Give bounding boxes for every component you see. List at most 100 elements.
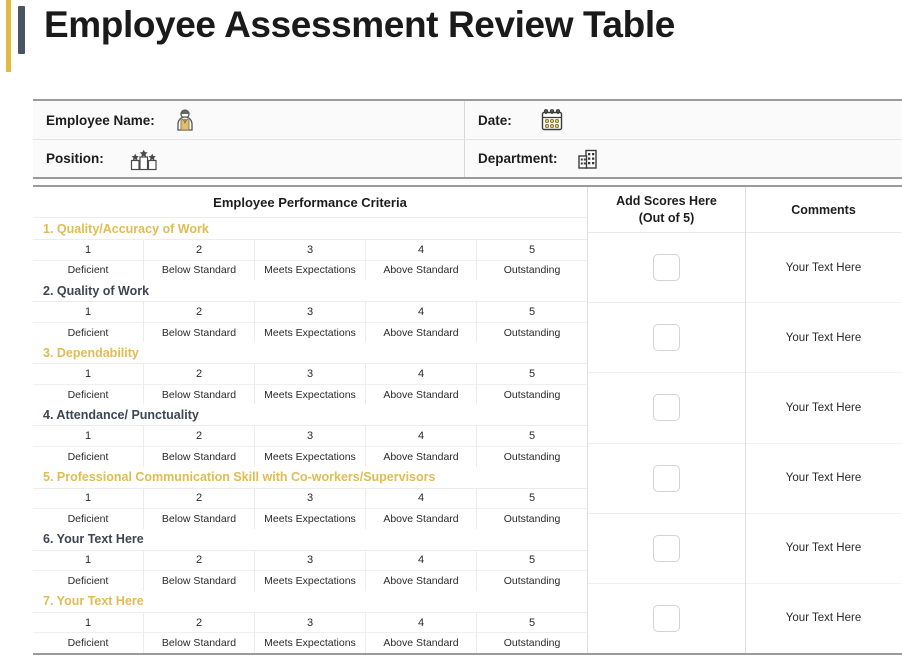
score-cell: [588, 303, 745, 374]
rating-option[interactable]: 4 Above Standard: [366, 364, 477, 405]
score-input[interactable]: [653, 394, 680, 422]
rating-number: 2: [144, 364, 254, 385]
rating-number: 1: [33, 489, 143, 510]
rating-option[interactable]: 5 Outstanding: [477, 613, 587, 653]
rating-number: 1: [33, 364, 143, 385]
criterion-title: 6. Your Text Here: [43, 532, 144, 547]
rating-number: 4: [366, 426, 476, 447]
scores-column: Add Scores Here (Out of 5): [588, 187, 746, 653]
rating-label: Above Standard: [383, 388, 459, 401]
score-input[interactable]: [653, 534, 680, 562]
rating-number: 2: [144, 551, 254, 572]
rating-option[interactable]: 5 Outstanding: [477, 240, 587, 280]
date-label: Date:: [478, 112, 512, 128]
rating-scale: 1 Deficient 2 Below Standard 3 Meets Expectat…: [33, 611, 587, 653]
rating-number: 1: [33, 613, 143, 634]
rating-label: Outstanding: [503, 637, 561, 650]
rating-label: Meets Expectations: [264, 575, 356, 588]
rating-option[interactable]: 5 Outstanding: [477, 426, 587, 466]
rating-option[interactable]: 3 Meets Expectations: [255, 612, 366, 653]
rating-label: Outstanding: [503, 450, 561, 463]
criterion-row: 6. Your Text Here 1 Deficient 2 Below Standa…: [33, 529, 587, 591]
rating-option[interactable]: 3 Meets Expectations: [255, 426, 366, 467]
comment-cell[interactable]: Your Text Here: [746, 233, 901, 304]
score-input[interactable]: [653, 604, 680, 632]
comment-cell[interactable]: Your Text Here: [746, 373, 901, 444]
criteria-list: 1. Quality/Accuracy of Work 1 Deficient 2 Be…: [33, 218, 587, 653]
slate-accent-bar: [18, 6, 25, 54]
rating-option[interactable]: 1 Deficient: [33, 488, 144, 529]
rating-option[interactable]: 2 Below Standard: [144, 426, 255, 467]
score-input[interactable]: [653, 324, 680, 352]
score-cell: [588, 584, 745, 653]
rating-option[interactable]: 4 Above Standard: [366, 302, 477, 343]
rating-option[interactable]: 4 Above Standard: [366, 240, 477, 281]
rating-number: 5: [477, 240, 587, 261]
criterion-title: 2. Quality of Work: [43, 283, 150, 298]
rating-option[interactable]: 3 Meets Expectations: [255, 302, 366, 343]
rating-option[interactable]: 1 Deficient: [33, 302, 144, 343]
rating-option[interactable]: 3 Meets Expectations: [255, 550, 366, 591]
rating-option[interactable]: 5 Outstanding: [477, 302, 587, 342]
rating-option[interactable]: 1 Deficient: [33, 612, 144, 653]
rating-option[interactable]: 2 Below Standard: [144, 550, 255, 591]
rating-option[interactable]: 4 Above Standard: [366, 426, 477, 467]
rating-number: 5: [477, 613, 587, 634]
rating-option[interactable]: 1 Deficient: [33, 550, 144, 591]
rating-option[interactable]: 5 Outstanding: [477, 489, 587, 529]
rating-option[interactable]: 4 Above Standard: [366, 550, 477, 591]
rating-scale: 1 Deficient 2 Below Standard 3 Meets Expectat…: [33, 301, 587, 343]
criterion-title: 7. Your Text Here: [43, 594, 144, 609]
score-inputs-list: [588, 233, 745, 653]
rating-option[interactable]: 2 Below Standard: [144, 240, 255, 281]
criterion-title: 5. Professional Communication Skill with…: [43, 470, 436, 485]
position-field[interactable]: Position:: [33, 140, 465, 177]
rating-option[interactable]: 2 Below Standard: [144, 488, 255, 529]
rating-option[interactable]: 1 Deficient: [33, 426, 144, 467]
rating-option[interactable]: 5 Outstanding: [477, 364, 587, 404]
rating-number: 3: [255, 240, 365, 261]
department-field[interactable]: Department:: [465, 140, 901, 177]
rating-option[interactable]: 3 Meets Expectations: [255, 488, 366, 529]
rating-option[interactable]: 4 Above Standard: [366, 488, 477, 529]
rating-label: Below Standard: [161, 326, 237, 339]
score-input[interactable]: [653, 254, 680, 282]
rating-number: 5: [477, 489, 587, 510]
rating-option[interactable]: 2 Below Standard: [144, 302, 255, 343]
assessment-table: Employee Performance Criteria 1. Quality…: [33, 185, 902, 655]
criterion-title: 1. Quality/Accuracy of Work: [43, 221, 209, 236]
employee-name-label: Employee Name:: [46, 112, 155, 128]
comment-cell[interactable]: Your Text Here: [746, 444, 901, 514]
rating-number: 3: [255, 302, 365, 323]
rating-label: Below Standard: [161, 637, 237, 650]
rating-option[interactable]: 5 Outstanding: [477, 551, 587, 591]
criterion-row: 4. Attendance/ Punctuality 1 Deficient 2 Bel…: [33, 404, 587, 467]
rating-option[interactable]: 2 Below Standard: [144, 364, 255, 405]
comments-column: Comments Your Text Here Your Text Here You…: [746, 187, 901, 653]
rating-label: Deficient: [67, 450, 109, 463]
rating-number: 4: [366, 613, 476, 634]
comment-cell[interactable]: Your Text Here: [746, 303, 901, 374]
title-banner: Employee Assessment Review Table: [0, 0, 902, 88]
comment-cell[interactable]: Your Text Here: [746, 584, 901, 653]
score-input[interactable]: [653, 464, 680, 492]
rating-number: 2: [144, 240, 254, 261]
rating-label: Outstanding: [503, 512, 561, 525]
criteria-column-header: Employee Performance Criteria: [33, 187, 587, 218]
rating-option[interactable]: 3 Meets Expectations: [255, 240, 366, 281]
podium-ranking-icon: [130, 145, 158, 173]
rating-option[interactable]: 2 Below Standard: [144, 612, 255, 653]
rating-label: Below Standard: [161, 264, 237, 277]
rating-option[interactable]: 4 Above Standard: [366, 612, 477, 653]
date-field[interactable]: Date:: [465, 101, 901, 139]
rating-option[interactable]: 3 Meets Expectations: [255, 364, 366, 405]
rating-label: Meets Expectations: [264, 637, 356, 650]
rating-number: 4: [366, 240, 476, 261]
rating-label: Outstanding: [503, 388, 561, 401]
employee-name-field[interactable]: Employee Name:: [33, 101, 465, 139]
rating-option[interactable]: 1 Deficient: [33, 240, 144, 281]
comment-cell[interactable]: Your Text Here: [746, 514, 901, 584]
rating-number: 1: [33, 426, 143, 447]
rating-number: 2: [144, 613, 254, 634]
rating-option[interactable]: 1 Deficient: [33, 364, 144, 405]
